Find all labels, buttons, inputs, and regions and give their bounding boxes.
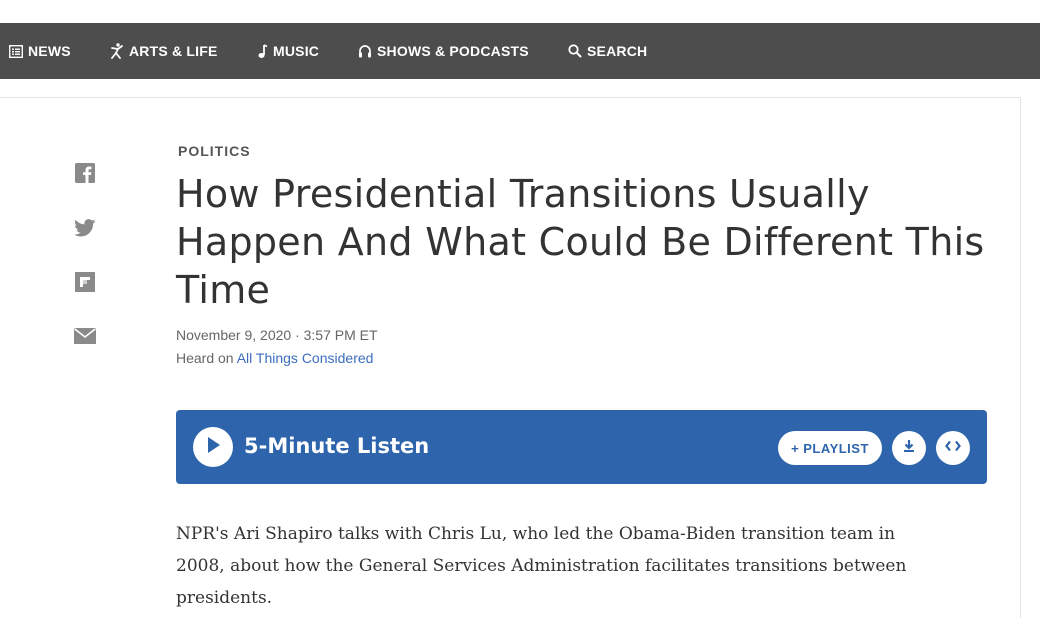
heard-on-line: Heard on All Things Considered	[176, 350, 373, 366]
nav-news[interactable]: NEWS	[9, 23, 71, 79]
play-button[interactable]	[193, 427, 233, 467]
nav-news-label: NEWS	[28, 43, 71, 59]
headphones-icon	[358, 44, 372, 58]
article-teaser: NPR's Ari Shapiro talks with Chris Lu, w…	[176, 524, 907, 608]
embed-button[interactable]	[936, 431, 970, 465]
share-email-button[interactable]	[74, 327, 96, 349]
nav-music[interactable]: MUSIC	[258, 23, 319, 79]
search-icon	[568, 44, 582, 58]
top-spacer	[0, 0, 1040, 23]
share-twitter-button[interactable]	[74, 218, 96, 242]
download-button[interactable]	[892, 431, 926, 465]
embed-code-icon	[945, 439, 961, 457]
listen-duration-label: 5-Minute Listen	[244, 434, 430, 458]
dancer-icon	[110, 43, 124, 59]
heard-on-prefix: Heard on	[176, 350, 237, 366]
nav-shows-podcasts[interactable]: SHOWS & PODCASTS	[358, 23, 529, 79]
nav-arts-life[interactable]: ARTS & LIFE	[110, 23, 218, 79]
music-note-icon	[258, 43, 268, 59]
facebook-icon	[75, 162, 95, 188]
email-icon	[74, 327, 96, 349]
program-link[interactable]: All Things Considered	[237, 350, 374, 366]
nav-shows-label: SHOWS & PODCASTS	[377, 43, 529, 59]
download-icon	[902, 439, 916, 458]
audio-player: 5-Minute Listen + PLAYLIST	[176, 410, 987, 484]
page-title: How Presidential Transitions Usually Hap…	[176, 172, 985, 312]
add-to-playlist-button[interactable]: + PLAYLIST	[778, 431, 882, 465]
nav-search-label: SEARCH	[587, 43, 648, 59]
nav-search[interactable]: SEARCH	[568, 23, 647, 79]
main-nav: NEWS ARTS & LIFE MUSIC SHOWS & PODCASTS …	[0, 23, 1040, 79]
play-icon	[205, 436, 221, 459]
nav-music-label: MUSIC	[273, 43, 320, 59]
section-slug[interactable]: POLITICS	[178, 143, 251, 159]
twitter-icon	[74, 218, 96, 242]
flipboard-icon	[75, 271, 95, 297]
share-facebook-button[interactable]	[74, 162, 96, 188]
news-icon	[9, 44, 23, 58]
article-dateline: November 9, 2020 · 3:57 PM ET	[176, 327, 378, 343]
nav-arts-label: ARTS & LIFE	[129, 43, 218, 59]
share-flipboard-button[interactable]	[74, 271, 96, 297]
